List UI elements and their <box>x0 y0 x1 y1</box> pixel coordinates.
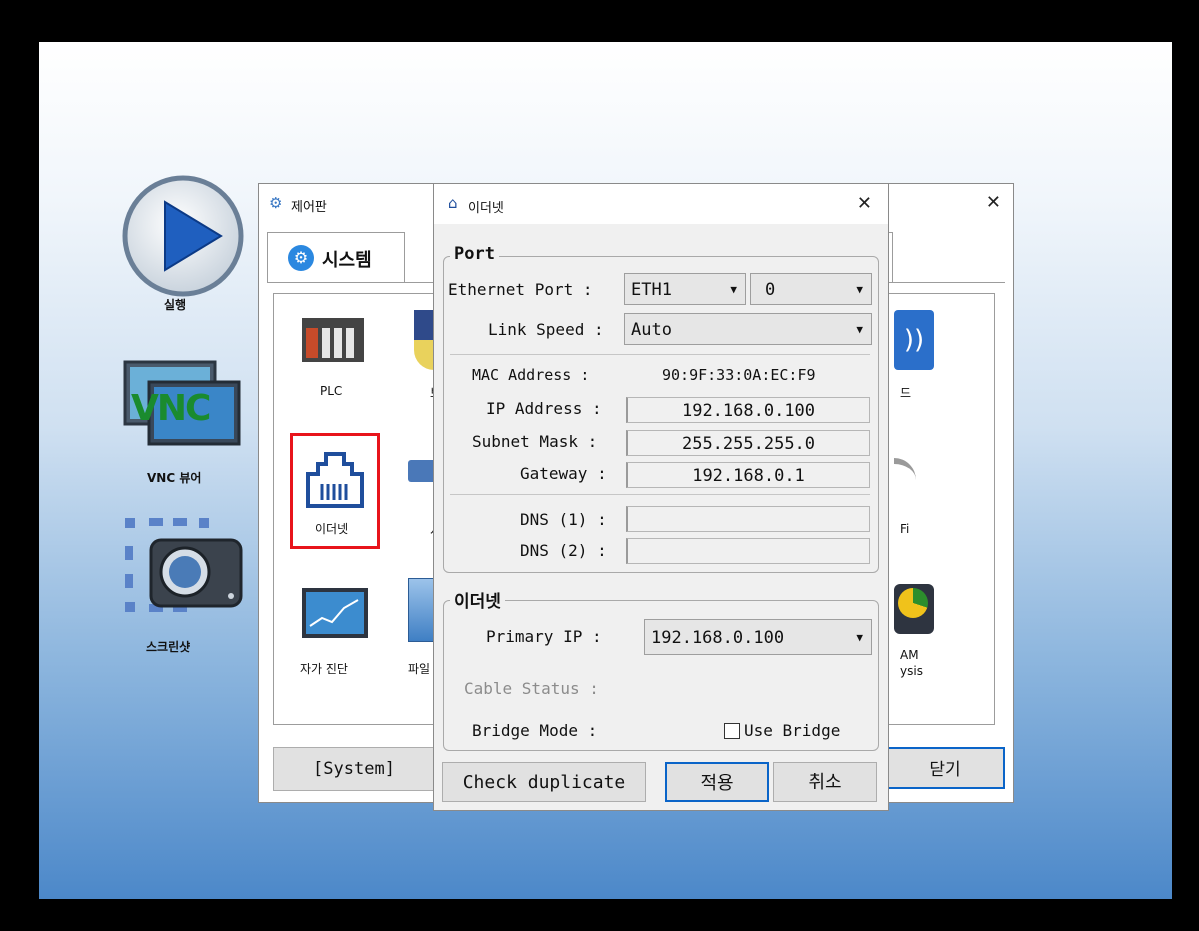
dns2-label: DNS (2) : <box>520 541 607 560</box>
port-separator-2 <box>450 494 870 495</box>
ram-analysis-icon[interactable] <box>894 584 934 634</box>
tab-system[interactable]: ⚙ 시스템 <box>267 232 405 283</box>
ethernet-port-label: Ethernet Port : <box>448 280 593 299</box>
cancel-button[interactable]: 취소 <box>773 762 877 802</box>
bridge-mode-label: Bridge Mode : <box>472 721 598 740</box>
dns2-field[interactable] <box>626 538 870 564</box>
ethernet-label: 이더넷 <box>315 522 349 536</box>
subnet-mask-field[interactable]: 255.255.255.0 <box>626 430 870 456</box>
partial-label-ysis: ysis <box>900 664 923 678</box>
control-panel-title: 제어판 <box>291 200 327 215</box>
subnet-mask-label: Subnet Mask : <box>472 432 598 451</box>
partial-label-de: 드 <box>900 386 912 400</box>
primary-ip-select[interactable]: 192.168.0.100 ▼ <box>644 619 872 655</box>
plc-icon <box>302 318 364 362</box>
chevron-down-icon: ▼ <box>856 631 863 644</box>
ethernet-dialog: ⌂ 이더넷 ✕ Port Ethernet Port : ETH1 ▼ 0 ▼ … <box>433 183 889 811</box>
tab-system-label: 시스템 <box>322 250 372 271</box>
run-label: 실행 <box>164 298 187 312</box>
cable-status-label: Cable Status : <box>464 679 599 698</box>
plc-label: PLC <box>320 384 343 398</box>
primary-ip-value: 192.168.0.100 <box>651 628 785 648</box>
link-speed-value: Auto <box>631 320 672 340</box>
vnc-logo-text: VNC <box>131 388 211 429</box>
ethernet-group-title: 이더넷 <box>450 587 505 612</box>
use-bridge-checkbox[interactable] <box>724 723 740 739</box>
play-icon <box>122 175 244 297</box>
dns1-field[interactable] <box>626 506 870 532</box>
close-icon[interactable]: ✕ <box>986 192 1001 213</box>
chevron-down-icon: ▼ <box>856 323 863 336</box>
ip-address-label: IP Address : <box>486 399 602 418</box>
ethernet-port-index-select[interactable]: 0 ▼ <box>750 273 872 305</box>
port-separator-1 <box>450 354 870 355</box>
gateway-field[interactable]: 192.168.0.1 <box>626 462 870 488</box>
gateway-label: Gateway : <box>520 464 607 483</box>
partial-device-icon[interactable] <box>408 460 436 482</box>
link-speed-select[interactable]: Auto ▼ <box>624 313 872 345</box>
use-bridge-label: Use Bridge <box>744 721 841 740</box>
vnc-viewer-label: VNC 뷰어 <box>147 471 202 485</box>
ethernet-port-icon <box>306 452 364 508</box>
close-icon[interactable]: ✕ <box>857 193 872 214</box>
camera-icon <box>125 518 243 612</box>
partial-label-am: AM <box>900 648 919 662</box>
chevron-down-icon: ▼ <box>730 283 737 296</box>
chart-monitor-icon <box>302 588 368 638</box>
ethernet-title: 이더넷 <box>468 201 504 216</box>
ethernet-item[interactable]: 이더넷 <box>290 433 380 549</box>
ethernet-port-value: ETH1 <box>631 280 672 300</box>
ethernet-port-select[interactable]: ETH1 ▼ <box>624 273 746 305</box>
pie-chart-icon <box>898 588 928 618</box>
self-diagnosis-label: 자가 진단 <box>300 662 348 676</box>
mac-address-label: MAC Address : <box>472 366 590 384</box>
system-button[interactable]: [System] <box>273 747 435 791</box>
self-diagnosis-item[interactable]: 자가 진단 <box>294 584 378 680</box>
link-speed-label: Link Speed : <box>488 320 604 339</box>
ip-address-field[interactable]: 192.168.0.100 <box>626 397 870 423</box>
gear-icon: ⚙ <box>269 194 283 212</box>
wifi-icon[interactable] <box>894 458 916 494</box>
dns1-label: DNS (1) : <box>520 510 607 529</box>
chevron-down-icon: ▼ <box>856 283 863 296</box>
file-label: 파일 <box>408 662 431 676</box>
partial-label-fi: Fi <box>900 522 910 536</box>
port-group-title: Port <box>450 244 499 264</box>
run-icon[interactable] <box>121 174 245 298</box>
primary-ip-label: Primary IP : <box>486 627 602 646</box>
settings-icon: ⚙ <box>288 245 314 271</box>
wireless-icon[interactable]: )) <box>894 310 934 370</box>
screenshot-label: 스크린샷 <box>146 640 191 654</box>
vnc-viewer-icon[interactable]: VNC <box>123 360 243 448</box>
ethernet-title-icon: ⌂ <box>448 194 458 212</box>
check-duplicate-button[interactable]: Check duplicate <box>442 762 646 802</box>
ethernet-titlebar[interactable]: ⌂ 이더넷 ✕ <box>434 184 888 224</box>
screenshot-icon[interactable] <box>123 516 247 626</box>
plc-item[interactable]: PLC <box>294 314 374 404</box>
apply-button[interactable]: 적용 <box>665 762 769 802</box>
ethernet-port-index-value: 0 <box>765 280 776 300</box>
mac-address-value: 90:9F:33:0A:EC:F9 <box>662 366 816 384</box>
close-button[interactable]: 닫기 <box>885 747 1005 789</box>
